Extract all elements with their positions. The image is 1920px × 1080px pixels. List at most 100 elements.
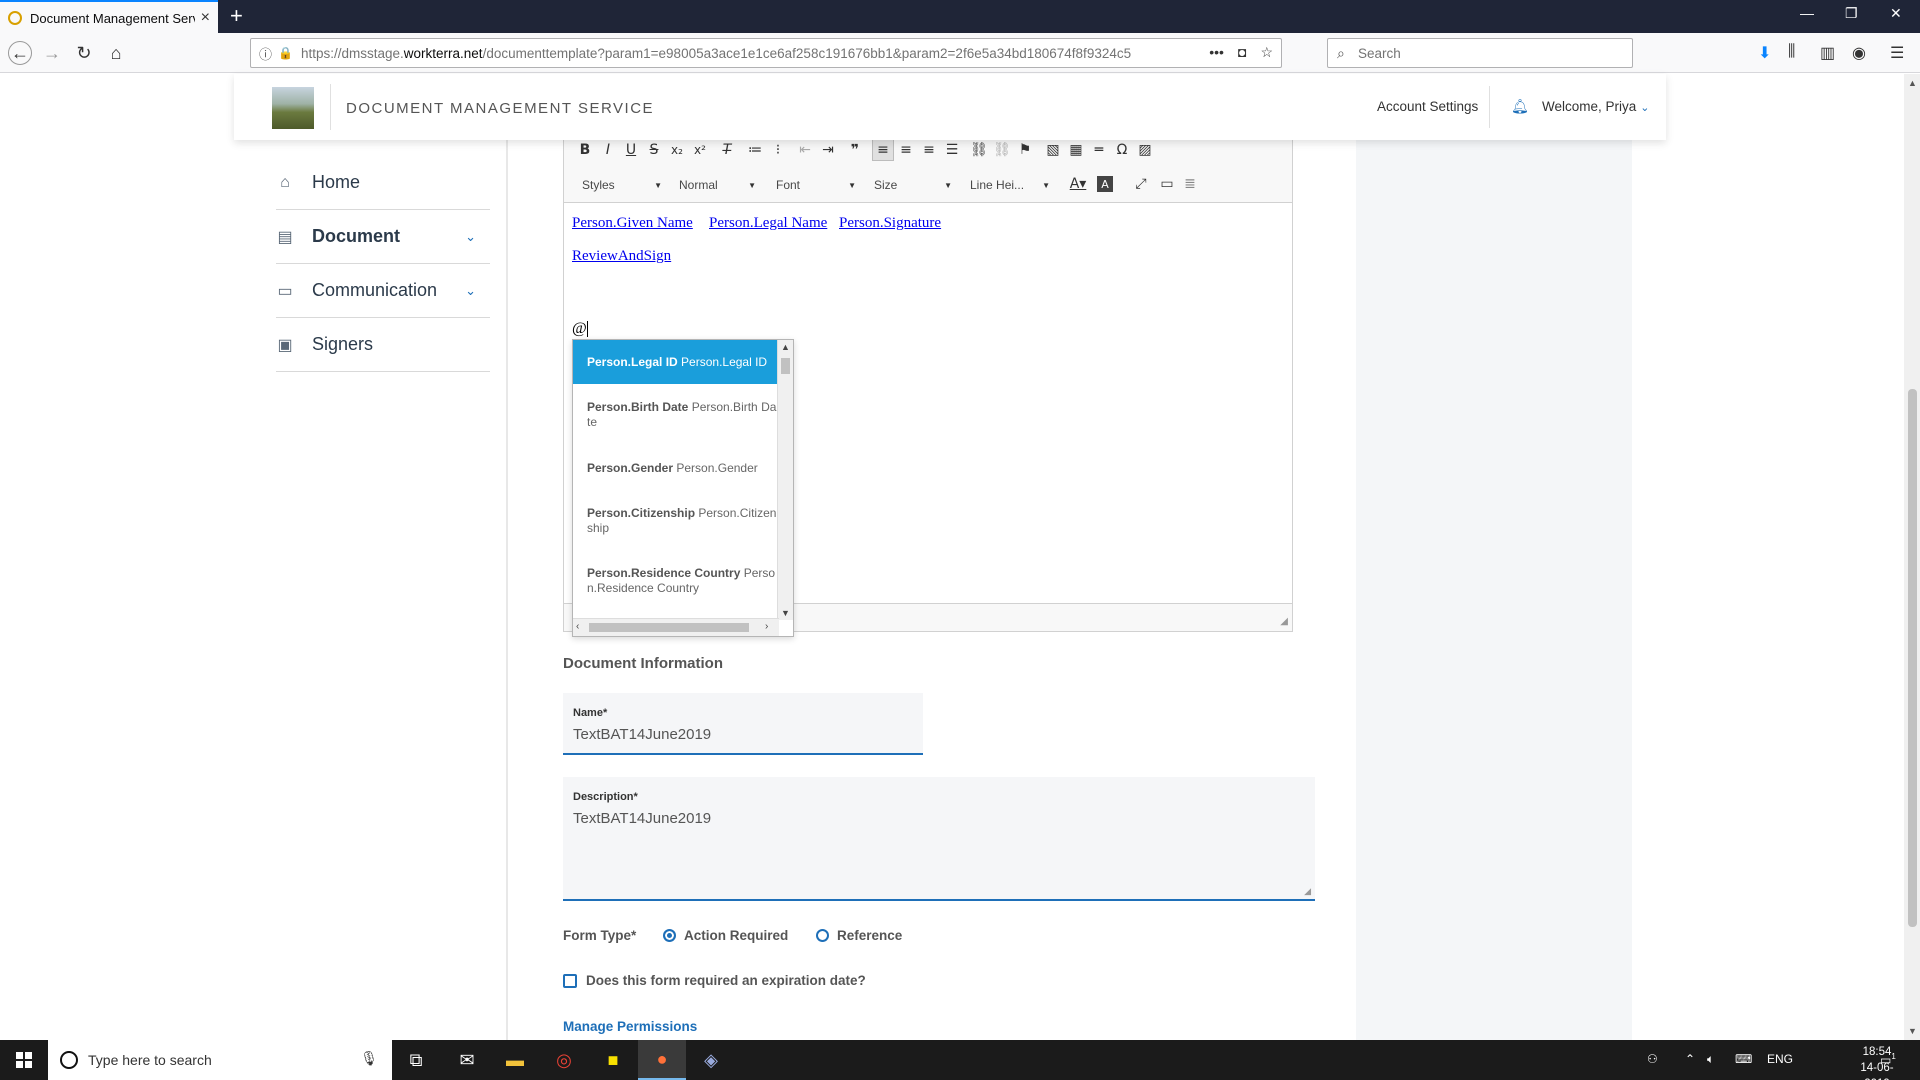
site-info-icon[interactable]: ⓘ [259,44,272,63]
styles-combo[interactable]: Styles ▼ [582,173,662,197]
menu-icon[interactable]: ☰ [1890,43,1904,63]
mail-icon[interactable]: ✉ [443,1040,491,1080]
unlink-icon[interactable]: ⛓ [991,139,1013,161]
app-icon[interactable]: ◈ [687,1040,735,1080]
anchor-flag-icon[interactable]: ⚑ [1014,139,1036,161]
scroll-up-icon[interactable]: ▲ [1908,78,1917,88]
reload-icon[interactable]: ↻ [72,41,96,65]
autocomplete-item[interactable]: Person.Residence Country Perso n.Residenc… [573,566,777,596]
browser-tab[interactable]: Document Management Servic × [0,0,218,34]
background-color-icon[interactable]: A [1097,176,1113,192]
library-icon[interactable]: ⫼ [1788,43,1795,61]
chevron-down-icon[interactable]: ⌄ [465,283,476,299]
back-icon[interactable]: ← [8,41,32,65]
placeholder-link[interactable]: Person.Signature [839,215,941,232]
manage-permissions-link[interactable]: Manage Permissions [563,1019,697,1034]
sidebar-item-communication[interactable]: ▭ Communication ⌄ [276,264,490,318]
forward-icon[interactable]: → [40,41,64,65]
new-tab-icon[interactable]: + [230,3,243,29]
tray-chevron-icon[interactable]: ⌃ [1685,1052,1695,1066]
bulleted-list-icon[interactable]: ⁝ [767,139,789,161]
sidebar-item-signers[interactable]: ▣ Signers [276,318,490,372]
scroll-down-icon[interactable]: ▼ [1908,1026,1917,1036]
link-icon[interactable]: ⛓ [968,139,990,161]
placeholder-link[interactable]: Person.Given Name [572,215,693,232]
text-color-icon[interactable]: A▾ [1067,173,1089,195]
volume-icon[interactable]: 🔈︎ [1707,1052,1714,1067]
bell-icon[interactable]: 🔔︎ [1511,98,1529,115]
subscript-icon[interactable]: x₂ [666,139,688,161]
underline-icon[interactable]: U [620,139,642,161]
placeholder-link[interactable]: Person.Legal Name [709,215,827,232]
scroll-up-icon[interactable]: ▲ [781,342,790,352]
notifications-icon[interactable]: ▭1 [1880,1052,1896,1067]
source-icon[interactable]: ≣ [1179,173,1201,195]
task-view-icon[interactable]: ⧉ [392,1040,440,1080]
autocomplete-horizontal-scrollbar[interactable]: ‹ › [573,618,779,636]
size-combo[interactable]: Size ▼ [874,173,952,197]
scroll-left-icon[interactable]: ‹ [576,621,579,632]
align-left-icon[interactable]: ≡ [872,139,894,161]
autocomplete-item[interactable]: Person.Legal ID Person.Legal ID [573,340,777,384]
italic-icon[interactable]: I [597,139,619,161]
autocomplete-item[interactable]: Person.Birth Date Person.Birth Da te [573,400,777,430]
chrome-icon[interactable]: ◎ [540,1040,588,1080]
autocomplete-vertical-scrollbar[interactable]: ▲ ▼ [777,340,793,620]
sticky-notes-icon[interactable]: ■ [589,1040,637,1080]
sidebar-item-document[interactable]: ▤ Document ⌄ [276,210,490,264]
people-icon[interactable]: ⚇ [1647,1052,1658,1066]
bookmark-star-icon[interactable]: ☆ [1260,44,1273,61]
scroll-thumb[interactable] [1908,389,1917,927]
url-bar[interactable]: ⓘ 🔒 https://dmsstage.workterra.net/docum… [250,38,1282,68]
line-height-combo[interactable]: Line Hei... ▼ [970,173,1050,197]
image-icon[interactable]: ▨ [1134,139,1156,161]
remove-format-icon[interactable]: T̶ [716,139,738,161]
home-nav-icon[interactable]: ⌂ [104,41,128,65]
browser-search-bar[interactable]: ⌕ Search [1327,38,1633,68]
page-actions-icon[interactable]: ••• [1209,44,1224,61]
autocomplete-item[interactable]: Person.Citizenship Person.Citizen ship [573,506,777,536]
firefox-icon[interactable]: ● [638,1040,686,1080]
scroll-right-icon[interactable]: › [765,621,768,632]
account-icon[interactable]: ◉ [1852,43,1866,63]
account-settings-link[interactable]: Account Settings [1377,99,1478,114]
page-scrollbar[interactable]: ▲ ▼ [1904,74,1920,1040]
description-field[interactable]: Description* TextBAT14June2019 ◢ [563,777,1315,901]
close-tab-icon[interactable]: × [201,9,210,27]
placeholder-link[interactable]: ReviewAndSign [572,248,671,265]
scroll-thumb[interactable] [589,623,749,632]
resize-handle-icon[interactable]: ◢ [1280,616,1288,627]
microphone-icon[interactable]: 🎙︎ [360,1050,378,1067]
description-textarea[interactable]: TextBAT14June2019 [573,810,1250,827]
restore-icon[interactable]: ❐ [1845,5,1858,22]
chevron-down-icon[interactable]: ⌄ [465,229,476,245]
outdent-icon[interactable]: ⇤ [794,139,816,161]
pocket-icon[interactable]: ◘ [1238,44,1246,61]
resize-handle-icon[interactable]: ◢ [1304,886,1311,897]
justify-icon[interactable]: ☰ [941,139,963,161]
align-right-icon[interactable]: ≡ [918,139,940,161]
user-menu[interactable]: Welcome, Priya ⌄ [1542,99,1650,114]
autocomplete-item[interactable]: Person.Gender Person.Gender [573,461,777,476]
numbered-list-icon[interactable]: ≔ [744,139,766,161]
keyboard-icon[interactable]: ⌨ [1735,1052,1752,1066]
table-icon[interactable]: ▦ [1065,139,1087,161]
special-char-icon[interactable]: Ω [1111,139,1133,161]
strikethrough-icon[interactable]: S [643,139,665,161]
show-blocks-icon[interactable]: ▭ [1156,173,1178,195]
sidebar-item-home[interactable]: ⌂ Home [276,156,490,210]
taskbar-search[interactable]: Type here to search 🎙︎ [48,1040,392,1080]
superscript-icon[interactable]: x² [689,139,711,161]
format-combo[interactable]: Normal ▼ [679,173,756,197]
font-combo[interactable]: Font ▼ [776,173,856,197]
language-indicator[interactable]: ENG [1767,1052,1793,1066]
align-center-icon[interactable]: ≡ [895,139,917,161]
bold-icon[interactable]: B [574,139,596,161]
radio-action-required[interactable]: Action Required [663,928,788,943]
file-explorer-icon[interactable]: ▬ [491,1040,539,1080]
scroll-down-icon[interactable]: ▼ [781,608,790,618]
sidebar-toggle-icon[interactable]: ▥ [1820,43,1835,63]
name-field[interactable]: Name* [563,693,923,755]
downloads-icon[interactable]: ⬇ [1758,43,1771,63]
maximize-icon[interactable]: ⤢ [1130,173,1152,195]
